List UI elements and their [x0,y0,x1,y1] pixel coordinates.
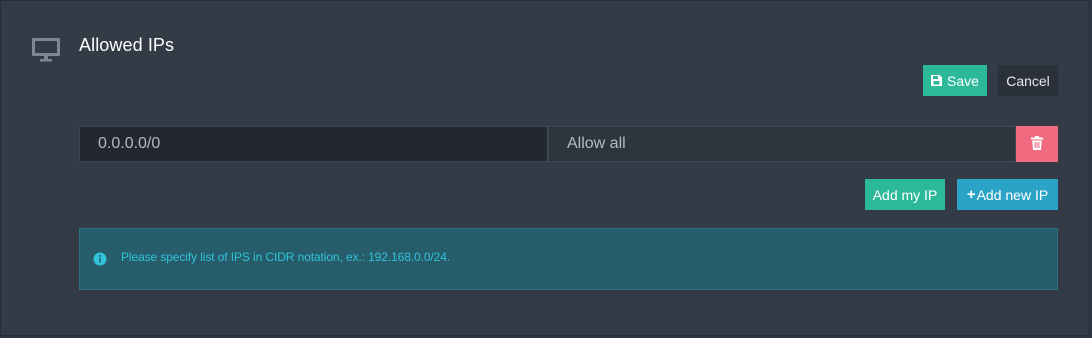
page-title: Allowed IPs [79,35,175,55]
monitor-icon [31,37,61,63]
save-button[interactable]: Save [923,65,987,96]
info-icon [93,252,107,266]
info-message: Please specify list of IPS in CIDR notat… [121,250,451,264]
trash-icon [1031,135,1043,153]
add-new-ip-label: Add new IP [976,186,1049,203]
ip-address-input[interactable] [79,126,548,162]
ip-entry-row [79,126,1058,162]
allowed-ips-panel: Allowed IPs Save Cancel 0.0.0.0/0 Allow … [0,0,1090,336]
floppy-disk-icon [931,73,943,89]
save-button-label: Save [947,72,979,89]
delete-ip-button[interactable] [1016,126,1058,162]
info-alert: Please specify list of IPS in CIDR notat… [79,228,1058,290]
add-my-ip-button[interactable]: Add my IP [865,179,945,210]
ip-description-input[interactable] [548,126,1016,162]
cancel-button[interactable]: Cancel [998,65,1058,96]
plus-icon: + [966,186,976,203]
add-new-ip-button[interactable]: + Add new IP [957,179,1058,210]
